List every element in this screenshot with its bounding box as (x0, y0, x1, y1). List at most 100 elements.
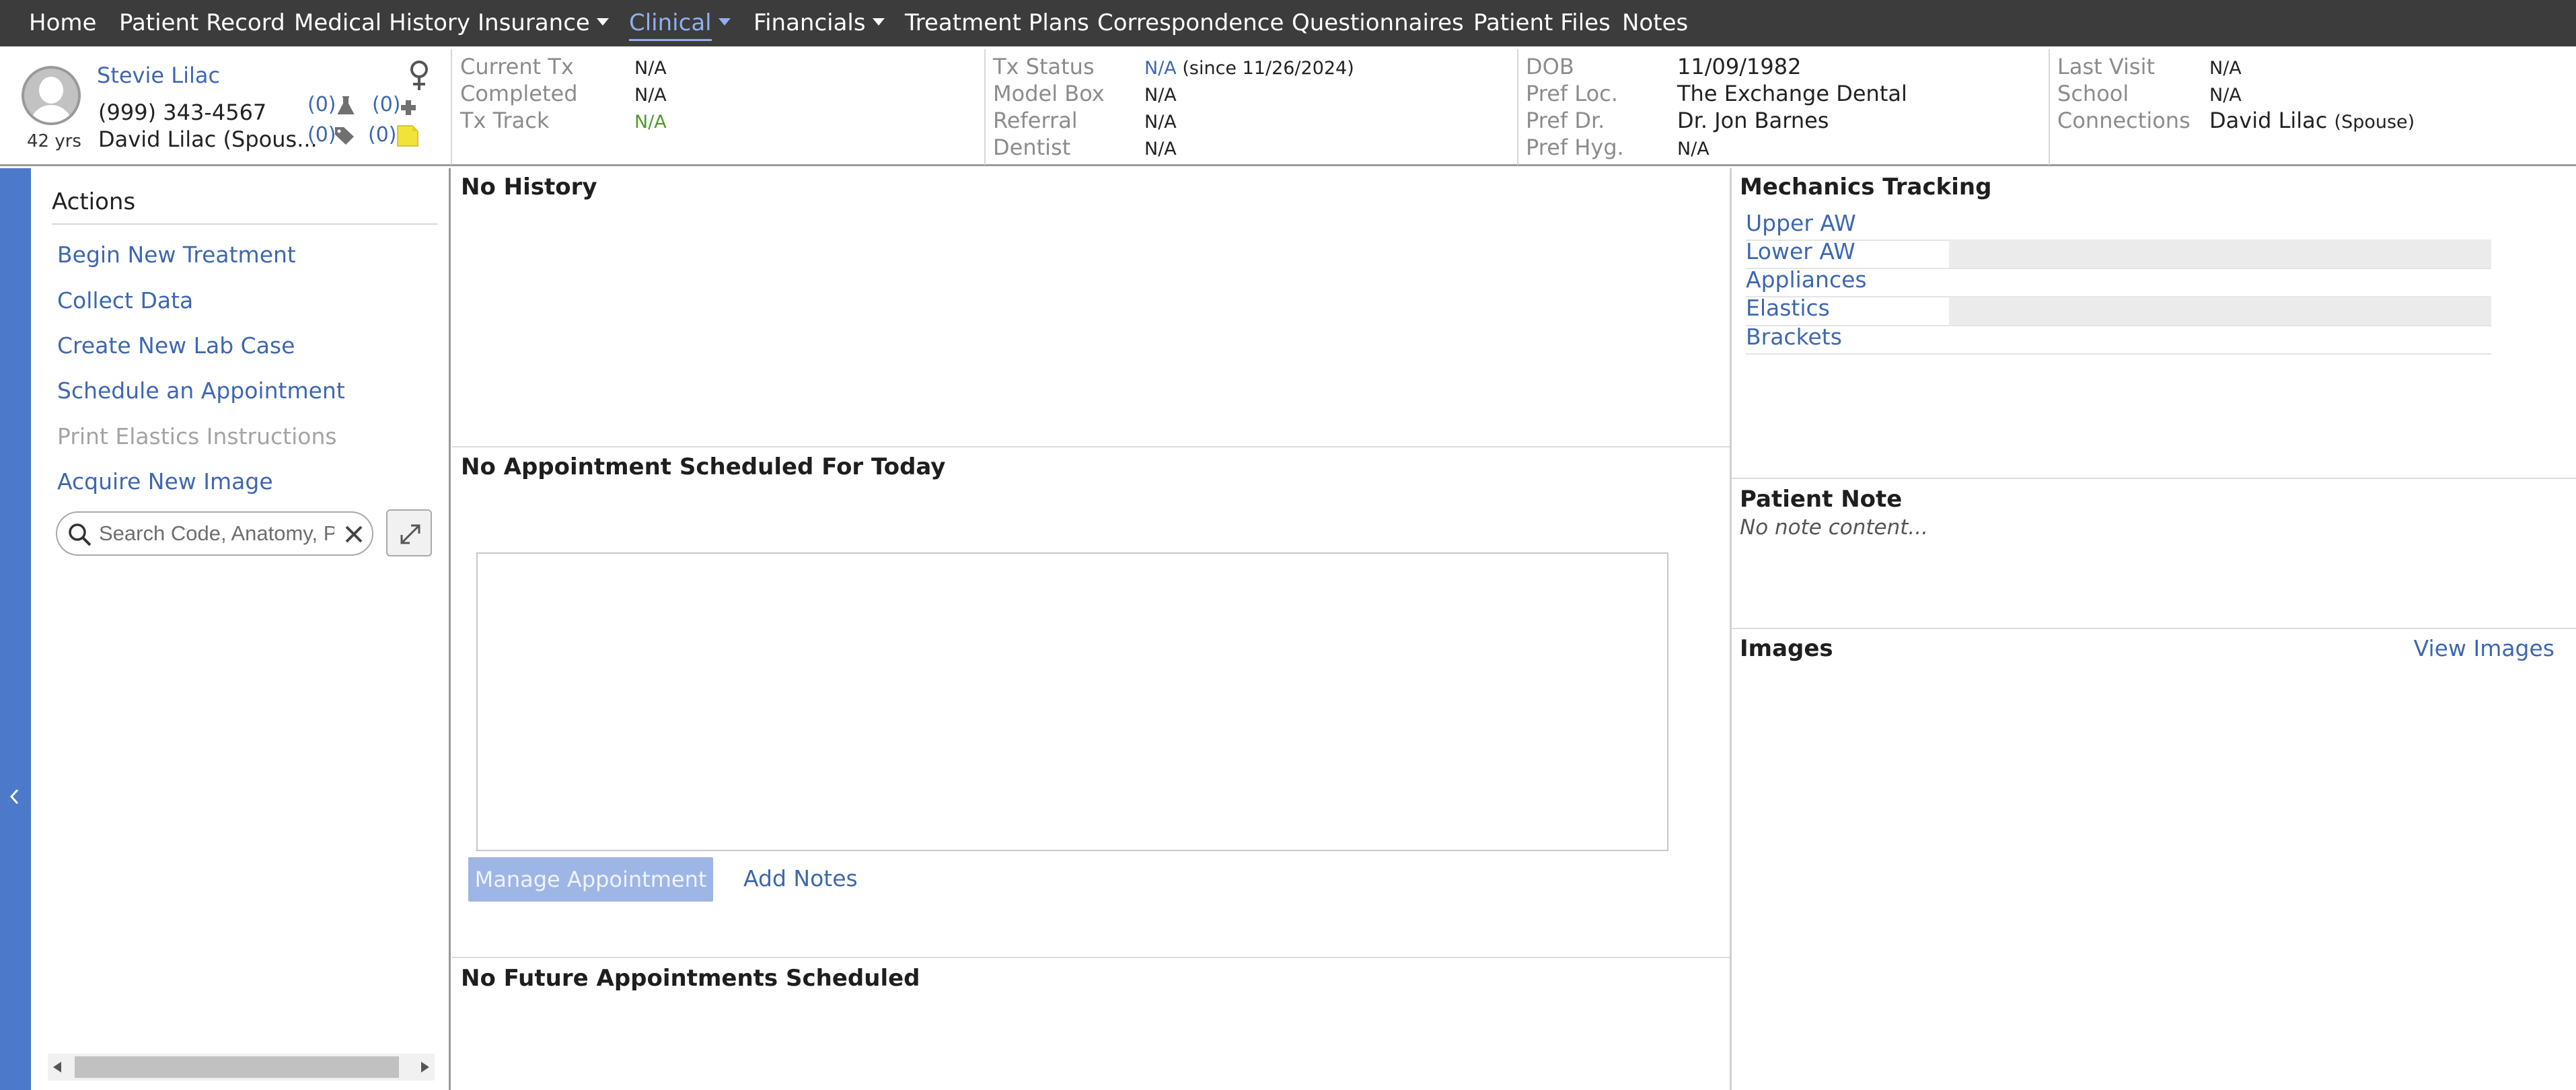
nav-patient-record[interactable]: Patient Record (119, 0, 285, 46)
pref-loc-value: The Exchange Dental (1677, 81, 1907, 106)
last-visit-value: N/A (2209, 58, 2242, 79)
nav-financials[interactable]: Financials (753, 0, 885, 46)
scrollbar-thumb[interactable] (75, 1056, 399, 1078)
actions-title: Actions (52, 188, 136, 215)
patient-age: 42 yrs (27, 131, 81, 151)
actions-panel: Actions Begin New Treatment Collect Data… (31, 168, 451, 1090)
tx-status-link[interactable]: N/A (1144, 58, 1177, 79)
header-separator (2049, 49, 2050, 165)
section-divider (1732, 628, 2576, 629)
mechanics-row-divider (1746, 325, 2491, 326)
tx-status-since: (since 11/26/2024) (1182, 58, 1354, 79)
completed-value: N/A (634, 85, 667, 106)
lab-count[interactable]: (0) (307, 93, 336, 116)
tx-track-label: Tx Track (460, 108, 550, 133)
begin-new-treatment-link[interactable]: Begin New Treatment (57, 242, 296, 268)
pref-dr-label: Pref Dr. (1526, 108, 1605, 133)
scroll-left-icon[interactable] (53, 1062, 61, 1073)
tags-count[interactable]: (0) (307, 123, 336, 147)
dob-label: DOB (1526, 54, 1574, 79)
mechanics-row-bar (1949, 297, 2491, 325)
mechanics-appliances[interactable]: Appliances (1746, 266, 1867, 293)
avatar-body (30, 105, 73, 122)
connections-value: David Lilac (Spouse) (2209, 108, 2415, 133)
mechanics-row-bar (1949, 240, 2491, 268)
current-tx-label: Current Tx (460, 54, 574, 79)
header-separator (451, 49, 452, 165)
connection-name: David Lilac (2209, 108, 2328, 133)
female-gender-icon (410, 61, 428, 90)
schedule-appointment-link[interactable]: Schedule an Appointment (57, 377, 345, 404)
patient-name-link[interactable]: Stevie Lilac (97, 63, 220, 88)
flask-icon[interactable] (336, 96, 355, 116)
search-input[interactable] (99, 519, 334, 548)
nav-patient-files[interactable]: Patient Files (1473, 0, 1611, 46)
nav-questionnaires-label: Questionnaires (1292, 9, 1464, 36)
section-divider (452, 446, 1730, 447)
nav-medical-history[interactable]: Medical History (294, 0, 470, 46)
nav-insurance[interactable]: Insurance (478, 0, 609, 46)
pref-dr-value: Dr. Jon Barnes (1677, 108, 1829, 133)
right-column: Mechanics Tracking Upper AW Lower AW App… (1732, 168, 2576, 1090)
sticky-note-icon[interactable] (396, 124, 419, 147)
medical-count[interactable]: (0) (372, 93, 401, 116)
user-avatar-icon[interactable] (22, 66, 81, 125)
school-label: School (2057, 81, 2129, 106)
model-box-value: N/A (1144, 85, 1177, 106)
create-new-lab-case-link[interactable]: Create New Lab Case (57, 332, 295, 359)
expand-button[interactable] (386, 509, 432, 556)
chevron-left-icon (9, 789, 19, 805)
expand-icon (400, 524, 420, 544)
clear-icon[interactable] (344, 524, 364, 544)
nav-treatment-plans[interactable]: Treatment Plans (905, 0, 1089, 46)
patient-header: 42 yrs Stevie Lilac (999) 343-4567 David… (0, 46, 2576, 166)
tx-status-value: N/A (since 11/26/2024) (1144, 58, 1354, 79)
completed-label: Completed (460, 81, 578, 106)
pref-hyg-label: Pref Hyg. (1526, 135, 1624, 160)
caret-down-icon (872, 18, 885, 26)
scroll-right-icon[interactable] (421, 1062, 429, 1073)
horizontal-scrollbar[interactable] (48, 1054, 435, 1081)
nav-patient-files-label: Patient Files (1473, 9, 1611, 36)
search-box (56, 511, 373, 556)
future-appointments-title: No Future Appointments Scheduled (461, 965, 920, 992)
sidebar-collapse-toggle[interactable] (0, 168, 31, 1090)
mechanics-upper-aw[interactable]: Upper AW (1746, 210, 1856, 236)
mechanics-elastics[interactable]: Elastics (1746, 295, 1830, 321)
tx-track-value: N/A (634, 112, 667, 133)
connection-relation: (Spouse) (2334, 112, 2415, 133)
view-images-link[interactable]: View Images (2414, 635, 2554, 661)
mechanics-row-divider (1746, 353, 2491, 355)
medical-cross-icon[interactable] (400, 99, 417, 116)
school-value: N/A (2209, 85, 2242, 106)
nav-home[interactable]: Home (29, 0, 96, 46)
header-separator (1517, 49, 1518, 165)
add-notes-link[interactable]: Add Notes (743, 865, 858, 892)
print-elastics-instructions-link: Print Elastics Instructions (57, 423, 337, 449)
acquire-new-image-link[interactable]: Acquire New Image (57, 468, 273, 495)
last-visit-label: Last Visit (2057, 54, 2156, 79)
mechanics-lower-aw[interactable]: Lower AW (1746, 238, 1855, 264)
referral-value: N/A (1144, 112, 1177, 133)
collect-data-link[interactable]: Collect Data (57, 287, 193, 314)
nav-treatment-plans-label: Treatment Plans (905, 9, 1089, 36)
nav-questionnaires[interactable]: Questionnaires (1292, 0, 1464, 46)
pref-loc-label: Pref Loc. (1526, 81, 1618, 106)
nav-notes[interactable]: Notes (1622, 0, 1688, 46)
mechanics-brackets[interactable]: Brackets (1746, 324, 1842, 350)
current-tx-value: N/A (634, 58, 667, 79)
nav-correspondence[interactable]: Correspondence (1097, 0, 1284, 46)
images-title: Images (1740, 635, 1833, 662)
section-divider (1732, 478, 2576, 479)
nav-notes-label: Notes (1622, 9, 1689, 36)
dob-value: 11/09/1982 (1677, 54, 1802, 79)
nav-clinical-label: Clinical (629, 9, 712, 41)
patient-phone: (999) 343-4567 (98, 100, 267, 125)
notes-count[interactable]: (0) (368, 123, 397, 147)
caret-down-icon (596, 18, 609, 26)
top-navigation: Home Patient Record Medical History Insu… (0, 0, 2576, 46)
tag-icon[interactable] (334, 126, 355, 146)
patient-note-title: Patient Note (1740, 486, 1903, 513)
nav-financials-label: Financials (753, 9, 866, 36)
nav-clinical[interactable]: Clinical (629, 0, 731, 46)
